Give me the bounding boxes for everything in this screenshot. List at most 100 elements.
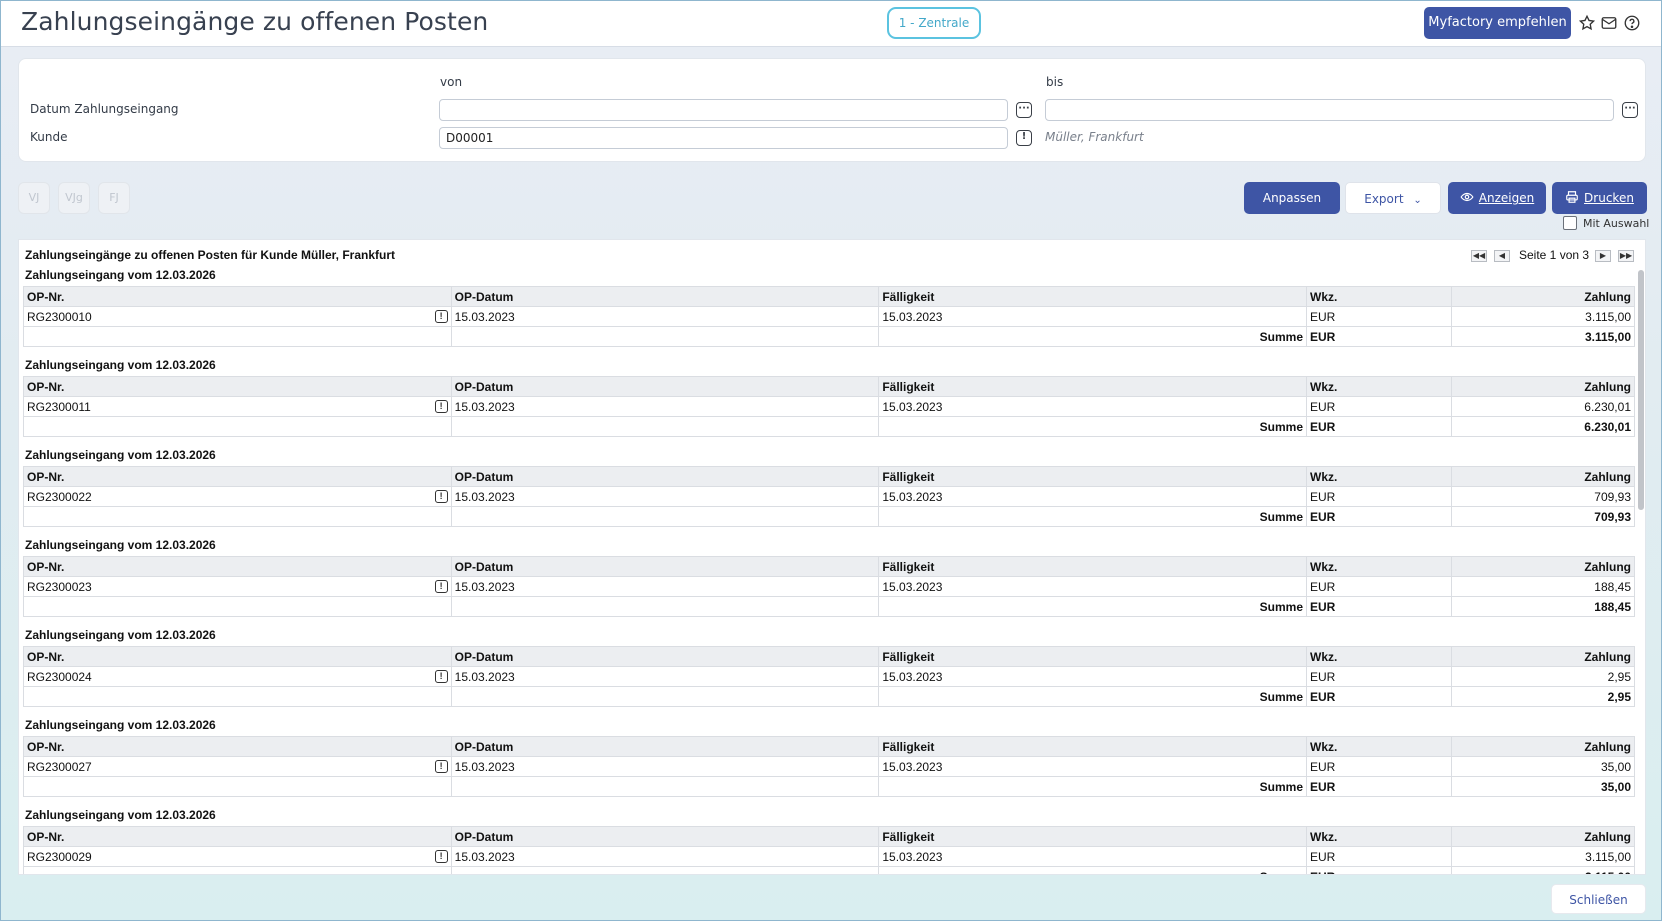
header-op-nr: OP-Nr. — [23, 826, 452, 847]
open-item-icon[interactable]: ! — [434, 490, 448, 503]
sum-currency: EUR — [1306, 506, 1453, 527]
cell-op-date: 15.03.2023 — [450, 486, 880, 507]
header-due: Fälligkeit — [878, 556, 1308, 577]
header-op-date: OP-Datum — [450, 286, 880, 307]
open-item-icon[interactable]: ! — [434, 310, 448, 323]
header-due: Fälligkeit — [878, 466, 1308, 487]
cell-amount: 6.230,01 — [1451, 396, 1635, 417]
group-title: Zahlungseingang vom 12.03.2026 — [25, 718, 216, 732]
table-row: RG2300024! 15.03.2023 15.03.2023 EUR 2,9… — [23, 666, 1635, 687]
table-row: RG2300027! 15.03.2023 15.03.2023 EUR 35,… — [23, 756, 1635, 777]
sum-currency: EUR — [1306, 596, 1453, 617]
last-page-button[interactable]: ▶▶ — [1618, 250, 1634, 262]
export-label: Export — [1364, 192, 1404, 206]
header-amount: Zahlung — [1451, 556, 1635, 577]
cell-currency: EUR — [1306, 846, 1453, 867]
print-button[interactable]: Drucken — [1552, 182, 1647, 214]
sum-currency: EUR — [1306, 686, 1453, 707]
cell-op-nr: RG2300011! — [23, 396, 452, 417]
open-item-icon[interactable]: ! — [434, 760, 448, 773]
cell-currency: EUR — [1306, 396, 1453, 417]
op-number: RG2300024 — [27, 669, 92, 684]
header-amount: Zahlung — [1451, 376, 1635, 397]
cell-empty — [450, 506, 880, 527]
scrollbar-thumb[interactable] — [1638, 270, 1644, 510]
sum-amount: 3.115,00 — [1451, 866, 1635, 874]
adjust-button[interactable]: Anpassen — [1244, 182, 1340, 214]
header-due: Fälligkeit — [878, 376, 1308, 397]
cell-empty — [23, 686, 452, 707]
payment-table: OP-Nr. OP-Datum Fälligkeit Wkz. Zahlung … — [23, 556, 1635, 617]
header-amount: Zahlung — [1451, 286, 1635, 307]
prev-page-button[interactable]: ◀ — [1494, 250, 1510, 262]
payment-table: OP-Nr. OP-Datum Fälligkeit Wkz. Zahlung … — [23, 286, 1635, 347]
header-amount: Zahlung — [1451, 466, 1635, 487]
cell-currency: EUR — [1306, 756, 1453, 777]
nav-chip-fj[interactable]: FJ — [98, 182, 130, 214]
table-header-row: OP-Nr. OP-Datum Fälligkeit Wkz. Zahlung — [23, 376, 1635, 397]
close-button[interactable]: Schließen — [1551, 884, 1646, 914]
calendar-from-icon[interactable]: ··· — [1016, 102, 1032, 118]
cell-amount: 35,00 — [1451, 756, 1635, 777]
op-number: RG2300011 — [27, 399, 91, 414]
table-row: RG2300023! 15.03.2023 15.03.2023 EUR 188… — [23, 576, 1635, 597]
show-label: Anzeigen — [1478, 191, 1535, 205]
sum-currency: EUR — [1306, 416, 1453, 437]
header-due: Fälligkeit — [878, 646, 1308, 667]
cell-empty — [450, 776, 880, 797]
sum-currency: EUR — [1306, 866, 1453, 874]
report-title: Zahlungseingänge zu offenen Posten für K… — [25, 248, 396, 262]
cell-due: 15.03.2023 — [878, 306, 1308, 327]
printer-icon — [1566, 191, 1578, 203]
next-page-button[interactable]: ▶ — [1595, 250, 1611, 262]
op-number: RG2300023 — [27, 579, 92, 594]
calendar-to-icon[interactable]: ··· — [1622, 102, 1638, 118]
sum-label: Summe — [878, 596, 1308, 617]
with-selection-checkbox[interactable] — [1563, 216, 1577, 230]
column-label-to: bis — [1046, 75, 1064, 89]
help-icon[interactable] — [1623, 14, 1641, 32]
cell-op-date: 15.03.2023 — [450, 846, 880, 867]
sum-currency: EUR — [1306, 326, 1453, 347]
report-view: Zahlungseingänge zu offenen Posten für K… — [18, 239, 1646, 875]
cell-amount: 3.115,00 — [1451, 846, 1635, 867]
cell-op-date: 15.03.2023 — [450, 576, 880, 597]
header-currency: Wkz. — [1306, 736, 1453, 757]
with-selection-option[interactable]: Mit Auswahl — [1563, 216, 1649, 230]
header-amount: Zahlung — [1451, 826, 1635, 847]
cell-op-nr: RG2300023! — [23, 576, 452, 597]
cell-empty — [450, 416, 880, 437]
date-from-input[interactable] — [439, 99, 1008, 121]
star-icon[interactable] — [1578, 14, 1596, 32]
report-scrollbar[interactable] — [1638, 270, 1644, 870]
nav-chip-vjg[interactable]: VJg — [58, 182, 90, 214]
open-item-icon[interactable]: ! — [434, 580, 448, 593]
group-title: Zahlungseingang vom 12.03.2026 — [25, 628, 216, 642]
header-op-date: OP-Datum — [450, 646, 880, 667]
branch-selector[interactable]: 1 - Zentrale — [887, 7, 981, 39]
first-page-button[interactable]: ◀◀ — [1471, 250, 1487, 262]
cell-op-nr: RG2300027! — [23, 756, 452, 777]
cell-amount: 188,45 — [1451, 576, 1635, 597]
open-item-icon[interactable]: ! — [434, 400, 448, 413]
mail-icon[interactable] — [1600, 14, 1618, 32]
nav-chip-vj[interactable]: VJ — [18, 182, 50, 214]
cell-op-date: 15.03.2023 — [450, 396, 880, 417]
show-button[interactable]: Anzeigen — [1448, 182, 1546, 214]
customer-lookup-icon[interactable]: ! — [1016, 130, 1032, 146]
header-op-nr: OP-Nr. — [23, 556, 452, 577]
sum-amount: 709,93 — [1451, 506, 1635, 527]
recommend-button[interactable]: Myfactory empfehlen — [1424, 7, 1571, 39]
cell-due: 15.03.2023 — [878, 486, 1308, 507]
header-op-nr: OP-Nr. — [23, 736, 452, 757]
date-to-input[interactable] — [1045, 99, 1614, 121]
open-item-icon[interactable]: ! — [434, 670, 448, 683]
cell-op-nr: RG2300022! — [23, 486, 452, 507]
cell-op-nr: RG2300024! — [23, 666, 452, 687]
header-currency: Wkz. — [1306, 826, 1453, 847]
with-selection-label: Mit Auswahl — [1583, 217, 1650, 230]
table-row: RG2300011! 15.03.2023 15.03.2023 EUR 6.2… — [23, 396, 1635, 417]
open-item-icon[interactable]: ! — [434, 850, 448, 863]
customer-input[interactable] — [439, 127, 1008, 149]
export-button[interactable]: Export ⌄ — [1345, 182, 1441, 214]
